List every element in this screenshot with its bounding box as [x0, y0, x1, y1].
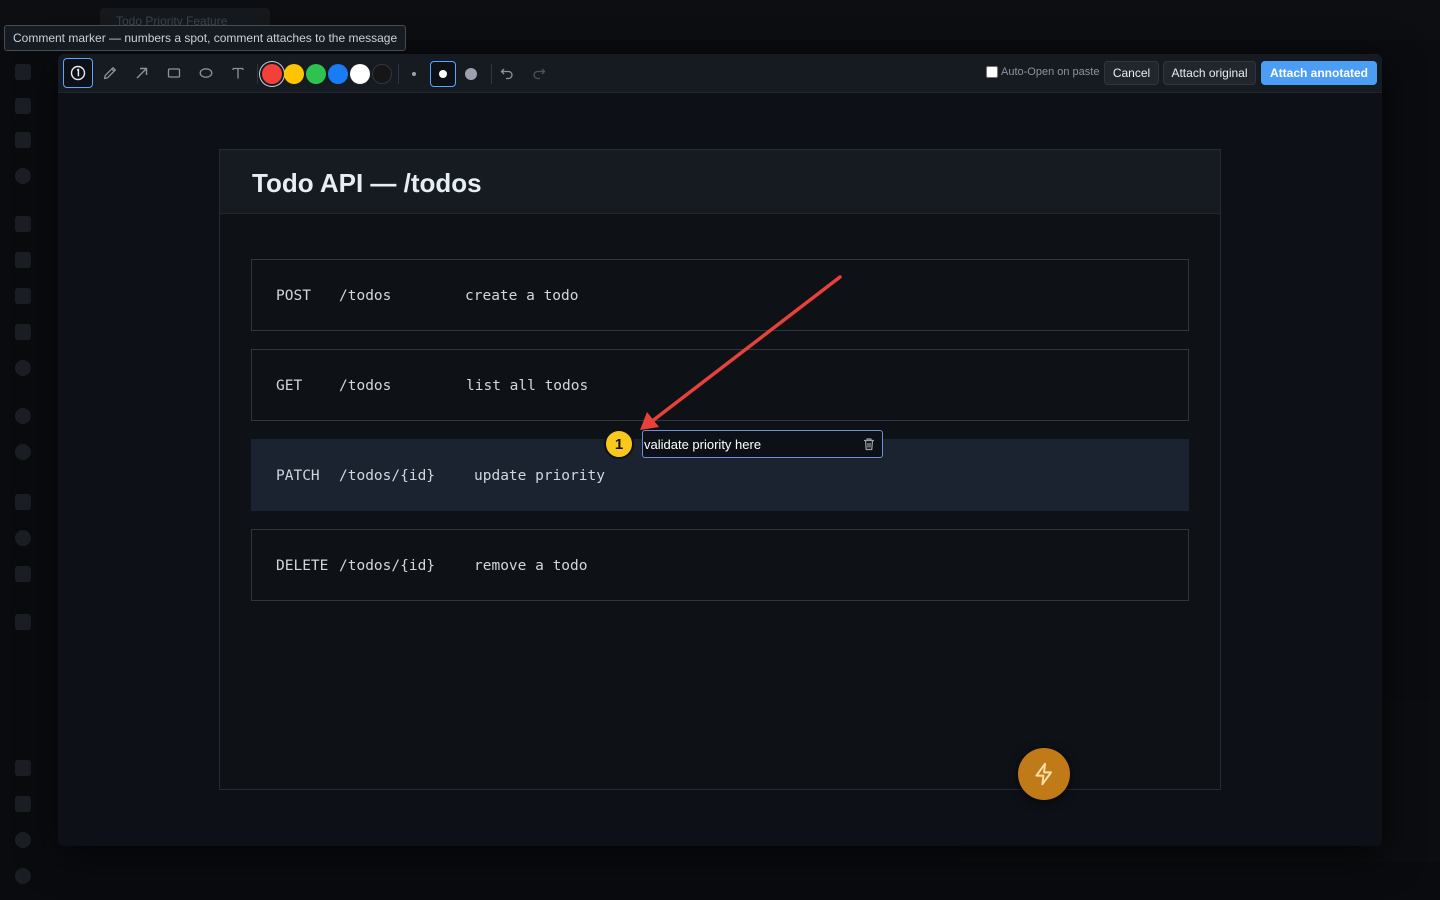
- circle-icon: [15, 168, 31, 184]
- background-statusbar: [46, 862, 1440, 900]
- text-icon: [232, 67, 244, 79]
- color-swatch[interactable]: [262, 64, 282, 84]
- activity-icon: [15, 64, 31, 80]
- redo-button[interactable]: [524, 58, 554, 88]
- endpoint-row: DELETE /todos/{id} remove a todo: [251, 529, 1189, 601]
- help-icon: [15, 832, 31, 848]
- endpoint-description: remove a todo: [474, 558, 588, 574]
- branch-icon: [15, 288, 31, 304]
- color-swatch[interactable]: [306, 64, 326, 84]
- large-dot-icon: [465, 68, 477, 80]
- tool-tooltip: Comment marker — numbers a spot, comment…: [4, 25, 407, 51]
- endpoint-path: /todos/{id}: [339, 558, 436, 574]
- arrow-tool-button[interactable]: [127, 58, 157, 88]
- phone-icon: [15, 324, 31, 340]
- endpoint-path: /todos: [339, 378, 392, 394]
- globe-icon: [15, 360, 31, 376]
- endpoint-method: PATCH: [276, 468, 320, 484]
- toolbar-separator: [398, 64, 399, 84]
- code-icon: [15, 566, 31, 582]
- comment-marker-badge[interactable]: 1: [604, 429, 634, 459]
- endpoint-method: DELETE: [276, 558, 329, 574]
- dollar-icon: [15, 494, 31, 510]
- cancel-button[interactable]: Cancel: [1104, 61, 1159, 85]
- page-header: Todo API — /todos: [220, 150, 1220, 214]
- endpoint-path: /todos/{id}: [339, 468, 436, 484]
- toolbar-separator: [257, 64, 258, 84]
- folder-icon: [15, 216, 31, 232]
- trash-icon[interactable]: [861, 436, 877, 452]
- compass-icon: [15, 530, 31, 546]
- pen-tool-button[interactable]: [95, 58, 125, 88]
- ellipse-tool-button[interactable]: [191, 58, 221, 88]
- captured-page: Todo API — /todos POST /todos create a t…: [219, 149, 1221, 790]
- comment-marker-tool-button[interactable]: [63, 58, 93, 88]
- settings-icon: [15, 868, 31, 884]
- auto-open-toggle[interactable]: Auto-Open on paste: [986, 66, 1099, 78]
- endpoint-description: update priority: [474, 468, 605, 484]
- search-icon: [15, 408, 31, 424]
- auto-open-checkbox[interactable]: [986, 66, 998, 78]
- endpoint-description: create a todo: [465, 288, 579, 304]
- attach-original-button[interactable]: Attach original: [1163, 61, 1256, 85]
- page-title: Todo API — /todos: [252, 168, 482, 198]
- redo-icon: [533, 68, 546, 80]
- small-dot-icon: [412, 72, 416, 76]
- background-sidebar: [0, 40, 46, 900]
- annotation-toolbar: Auto-Open on paste Cancel Attach origina…: [58, 54, 1382, 93]
- link-icon: [15, 760, 31, 776]
- endpoint-row: GET /todos list all todos: [251, 349, 1189, 421]
- annotation-canvas[interactable]: Todo API — /todos POST /todos create a t…: [58, 93, 1382, 846]
- rectangle-icon: [167, 68, 181, 78]
- ellipse-icon: [199, 68, 213, 78]
- clock-icon: [15, 444, 31, 460]
- color-swatch[interactable]: [284, 64, 304, 84]
- arrow-icon: [136, 67, 148, 79]
- endpoint-method: POST: [276, 288, 311, 304]
- share-icon: [15, 98, 31, 114]
- endpoint-description: list all todos: [466, 378, 589, 394]
- undo-icon: [500, 68, 513, 80]
- endpoint-method: GET: [276, 378, 303, 394]
- stroke-size-small-button[interactable]: [401, 61, 427, 87]
- stroke-size-medium-button[interactable]: [430, 61, 456, 87]
- comment-input[interactable]: [644, 435, 850, 453]
- attach-annotated-button[interactable]: Attach annotated: [1261, 61, 1377, 85]
- numbered-marker-icon: [70, 65, 86, 81]
- endpoint-row: POST /todos create a todo: [251, 259, 1189, 331]
- color-swatch[interactable]: [328, 64, 348, 84]
- comment-box: [642, 430, 883, 458]
- rectangle-tool-button[interactable]: [159, 58, 189, 88]
- auto-open-label: Auto-Open on paste: [1001, 66, 1100, 78]
- quick-action-button[interactable]: [1018, 748, 1070, 800]
- doc-icon: [15, 796, 31, 812]
- pencil-icon: [103, 67, 116, 80]
- file-icon: [15, 252, 31, 268]
- stroke-size-large-button[interactable]: [458, 61, 484, 87]
- grid-icon: [15, 132, 31, 148]
- medium-dot-icon: [439, 70, 447, 78]
- chat-icon: [15, 614, 31, 630]
- lightning-icon: [1035, 762, 1053, 786]
- endpoint-path: /todos: [339, 288, 392, 304]
- text-tool-button[interactable]: [223, 58, 253, 88]
- undo-button[interactable]: [492, 58, 522, 88]
- color-swatch[interactable]: [350, 64, 370, 84]
- color-swatch[interactable]: [372, 64, 392, 84]
